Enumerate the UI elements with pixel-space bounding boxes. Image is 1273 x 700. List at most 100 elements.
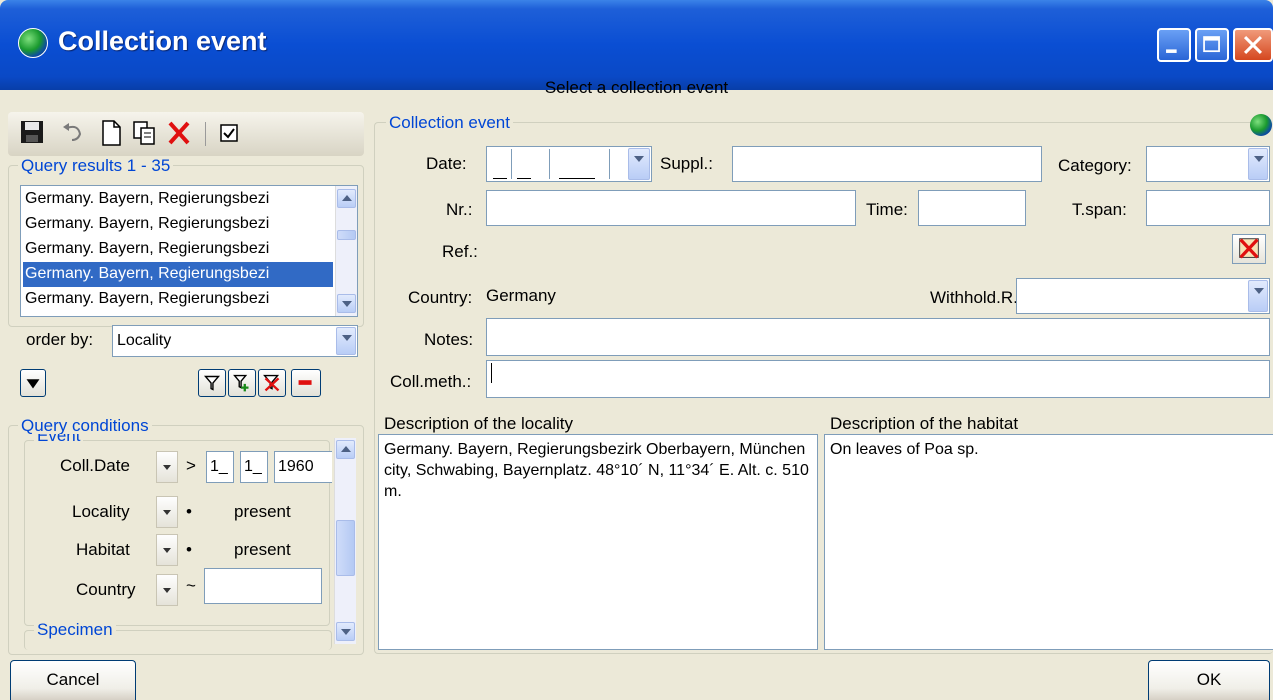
chevron-down-icon[interactable] <box>1248 148 1268 180</box>
habitat-operator-dropdown[interactable] <box>156 534 178 566</box>
habitat-operator: • <box>186 540 192 559</box>
undo-icon[interactable] <box>58 118 88 148</box>
minimize-icon <box>1166 49 1177 53</box>
coll-meth-label: Coll.meth.: <box>390 372 472 391</box>
notes-label: Notes: <box>424 330 474 349</box>
text-cursor <box>491 363 492 383</box>
country-condition-label: Country <box>76 580 136 599</box>
nr-label: Nr.: <box>446 200 473 219</box>
tspan-label: T.span: <box>1072 200 1127 219</box>
expand-conditions-button[interactable] <box>20 369 46 397</box>
toolbar-separator <box>205 122 206 146</box>
maximize-icon <box>1203 36 1220 53</box>
date-day-segment[interactable] <box>493 149 507 179</box>
close-icon <box>1243 35 1263 55</box>
date-month-segment[interactable] <box>517 149 531 179</box>
habitat-condition-label: Habitat <box>76 540 130 559</box>
habitat-condition-value: present <box>234 540 291 559</box>
country-operator: ~ <box>186 576 196 595</box>
order-by-value: Locality <box>117 332 172 349</box>
specimen-group-label: Specimen <box>34 620 116 640</box>
coll-date-month[interactable]: 1_ <box>240 451 268 483</box>
list-item[interactable]: Germany. Bayern, Regierungsbezi <box>23 287 333 312</box>
order-by-select[interactable]: Locality <box>112 325 358 357</box>
notes-input[interactable] <box>486 318 1270 356</box>
scroll-up-button[interactable] <box>336 440 355 459</box>
globe-app-icon <box>18 28 48 58</box>
suppl-label: Suppl.: <box>660 154 713 173</box>
date-year-segment[interactable] <box>559 149 595 179</box>
time-input[interactable] <box>918 190 1026 226</box>
add-filter-button[interactable] <box>228 369 256 397</box>
locality-description-textarea[interactable]: Germany. Bayern, Regierungsbezirk Oberba… <box>378 434 818 650</box>
minimize-button[interactable] <box>1157 28 1191 62</box>
filter-button[interactable] <box>198 369 226 397</box>
coll-date-operator: > <box>186 456 196 475</box>
remove-filter-button[interactable] <box>258 369 286 397</box>
tspan-input[interactable] <box>1146 190 1270 226</box>
query-results-list[interactable]: Germany. Bayern, Regierungsbezi Germany.… <box>20 185 358 317</box>
order-by-label: order by: <box>26 330 94 349</box>
new-document-icon[interactable] <box>96 118 126 148</box>
category-select[interactable] <box>1146 146 1270 182</box>
coll-date-label: Coll.Date <box>60 456 130 475</box>
ref-label: Ref.: <box>442 242 478 261</box>
minus-icon <box>298 380 312 385</box>
locality-operator-dropdown[interactable] <box>156 496 178 528</box>
locality-description-label: Description of the locality <box>384 414 573 433</box>
date-picker[interactable] <box>486 146 652 182</box>
remove-filter-icon <box>263 374 280 392</box>
calendar-dropdown-icon[interactable] <box>628 148 650 180</box>
conditions-scrollbar[interactable] <box>334 438 356 644</box>
ok-button[interactable]: OK <box>1148 660 1270 700</box>
chevron-down-icon[interactable] <box>1248 280 1268 312</box>
locality-condition-value: present <box>234 502 291 521</box>
globe-icon[interactable] <box>1250 114 1272 136</box>
window-title: Collection event <box>58 26 267 56</box>
checkbox-icon[interactable] <box>214 118 244 148</box>
query-conditions-label: Query conditions <box>18 416 152 436</box>
time-label: Time: <box>866 200 908 219</box>
query-results-label: Query results 1 - 35 <box>18 156 174 176</box>
withhold-select[interactable] <box>1016 278 1270 314</box>
close-button[interactable] <box>1233 28 1273 62</box>
country-label: Country: <box>408 288 473 307</box>
chevron-down-icon[interactable] <box>336 327 356 355</box>
habitat-description-label: Description of the habitat <box>830 414 1019 433</box>
scroll-up-button[interactable] <box>337 189 356 208</box>
remove-link-icon <box>1239 238 1259 259</box>
coll-date-year[interactable]: 1960 <box>274 451 332 483</box>
results-scrollbar[interactable] <box>335 186 357 316</box>
country-condition-input[interactable] <box>204 568 322 604</box>
scroll-down-button[interactable] <box>337 294 356 313</box>
scroll-thumb[interactable] <box>336 520 355 576</box>
country-operator-dropdown[interactable] <box>156 574 178 606</box>
scroll-down-button[interactable] <box>336 622 355 641</box>
coll-date-operator-dropdown[interactable] <box>156 451 178 483</box>
clear-button[interactable] <box>291 369 321 397</box>
country-value: Germany <box>486 286 556 305</box>
nr-input[interactable] <box>486 190 856 226</box>
remove-reference-button[interactable] <box>1232 234 1266 264</box>
maximize-button[interactable] <box>1195 28 1229 62</box>
scroll-thumb[interactable] <box>337 230 356 240</box>
habitat-description-textarea[interactable]: On leaves of Poa sp. <box>824 434 1273 650</box>
withhold-label: Withhold.R.: <box>930 288 1023 307</box>
cancel-button[interactable]: Cancel <box>10 660 136 700</box>
add-filter-icon <box>233 374 249 392</box>
coll-meth-input[interactable] <box>486 360 1270 398</box>
save-icon[interactable] <box>18 118 48 148</box>
list-item[interactable]: Germany. Bayern, Regierungsbezi <box>23 212 333 237</box>
event-group-label: Event <box>34 434 84 446</box>
copy-icon[interactable] <box>130 118 160 148</box>
dialog-caption: Select a collection event <box>544 78 729 97</box>
triangle-down-icon <box>26 379 40 389</box>
date-label: Date: <box>426 154 467 173</box>
suppl-input[interactable] <box>732 146 1042 182</box>
list-item-selected[interactable]: Germany. Bayern, Regierungsbezi <box>23 262 333 287</box>
delete-icon[interactable] <box>164 118 194 148</box>
list-item[interactable]: Germany. Bayern, Regierungsbezi <box>23 187 333 212</box>
list-item[interactable]: Germany. Bayern, Regierungsbezi <box>23 237 333 262</box>
collection-event-label: Collection event <box>386 113 513 133</box>
coll-date-day[interactable]: 1_ <box>206 451 234 483</box>
